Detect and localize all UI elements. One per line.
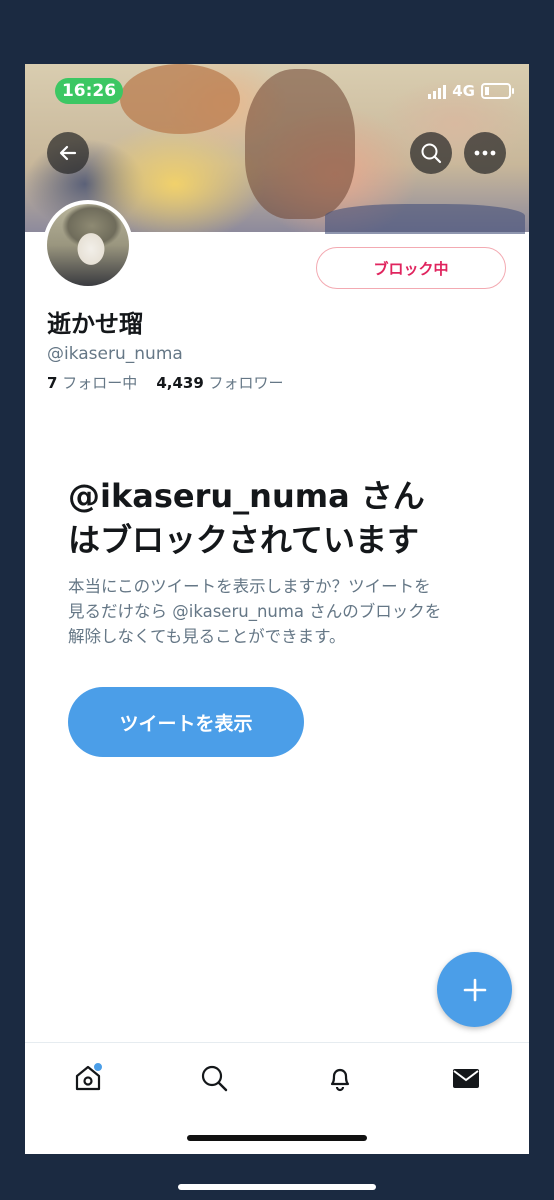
mail-icon xyxy=(453,1069,479,1088)
status-indicators: 4G xyxy=(428,82,514,100)
back-button[interactable] xyxy=(47,132,89,174)
blocked-desc-line1: 本当にこのツイートを表示しますか？ツイートを xyxy=(68,577,431,596)
tab-notifications[interactable] xyxy=(315,1053,365,1103)
plus-icon xyxy=(463,978,486,1001)
followers-count: 4,439 xyxy=(156,374,204,392)
following-link[interactable]: 7 フォロー中 xyxy=(47,374,137,392)
blocked-desc-line2: 見るだけなら @ikaseru_numa さんのブロックを xyxy=(68,602,442,621)
profile-name: 逝かせ瑠 xyxy=(47,310,143,338)
blocked-title-line2: はブロックされています xyxy=(68,521,420,559)
blocked-title: @ikaseru_numa さん はブロックされています xyxy=(68,474,488,562)
avatar-image xyxy=(47,204,129,286)
more-button[interactable] xyxy=(464,132,506,174)
home-indicator[interactable] xyxy=(187,1135,367,1141)
notification-dot xyxy=(93,1062,103,1072)
status-time: 16:26 xyxy=(55,78,123,104)
follow-stats: 7 フォロー中 4,439 フォロワー xyxy=(47,372,284,393)
followers-link[interactable]: 4,439 フォロワー xyxy=(156,374,283,392)
bottom-tab-bar xyxy=(25,1042,529,1113)
following-label: フォロー中 xyxy=(62,374,138,392)
followers-label: フォロワー xyxy=(208,374,284,392)
signal-icon xyxy=(428,83,447,99)
profile-handle: @ikaseru_numa xyxy=(47,344,183,364)
blocked-desc-line3: 解除しなくても見ることができます。 xyxy=(68,627,346,646)
tab-messages[interactable] xyxy=(441,1053,491,1103)
more-dots-icon xyxy=(474,150,496,156)
search-icon xyxy=(421,143,442,164)
search-button[interactable] xyxy=(410,132,452,174)
arrow-left-icon xyxy=(59,145,77,161)
compose-tweet-button[interactable] xyxy=(437,952,512,1027)
blocked-button[interactable]: ブロック中 xyxy=(316,247,506,289)
battery-icon xyxy=(481,83,514,99)
following-count: 7 xyxy=(47,374,58,392)
tab-search[interactable] xyxy=(189,1053,239,1103)
blocked-title-line1: @ikaseru_numa さん xyxy=(68,477,425,515)
phone-screen: 16:26 4G ブロック中 逝かせ瑠 @ikaseru_numa 7 フォロー… xyxy=(25,64,529,1154)
bell-icon xyxy=(330,1068,350,1092)
blocked-description: 本当にこのツイートを表示しますか？ツイートを 見るだけなら @ikaseru_n… xyxy=(68,574,493,649)
tab-home[interactable] xyxy=(63,1053,113,1103)
search-icon xyxy=(201,1065,228,1092)
show-tweets-button[interactable]: ツイートを表示 xyxy=(68,687,304,757)
avatar[interactable] xyxy=(43,200,133,290)
network-type: 4G xyxy=(452,82,475,100)
outer-home-indicator xyxy=(178,1184,376,1190)
